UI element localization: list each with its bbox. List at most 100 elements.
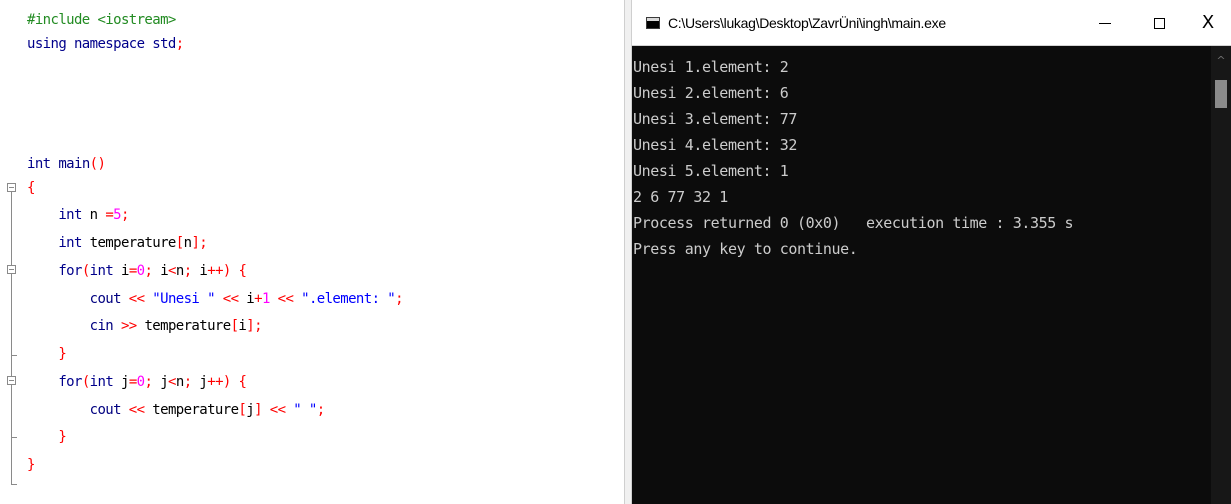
code-token: ++) { [207,263,247,279]
code-line[interactable]: using namespace std; [27,32,184,56]
code-token: < [168,374,176,390]
code-token: int [27,235,82,251]
code-token: 0 [136,263,145,279]
scroll-thumb[interactable] [1215,80,1227,108]
code-line[interactable]: cin >> temperature[i]; [27,314,263,338]
code-token: < [168,263,176,279]
code-token: = [105,207,114,223]
code-token: ]; [191,235,208,251]
code-token: #include <iostream> [27,12,176,28]
fold-end-tick [11,437,17,438]
code-token: ; [183,263,192,279]
code-token: temperature [81,235,177,251]
maximize-icon [1153,17,1165,29]
console-output-line: Process returned 0 (0x0) execution time … [633,214,1074,232]
console-titlebar[interactable]: C:\Users\lukag\Desktop\ZavrÜni\ingh\main… [632,0,1231,46]
code-token: using namespace std [27,36,176,52]
code-token: } [27,346,67,362]
code-token: ; [183,374,192,390]
code-token: = [128,263,137,279]
code-token: ]; [246,318,262,334]
console-output-line: Unesi 2.element: 6 [633,84,789,102]
code-token: j [191,374,208,390]
code-line[interactable]: for(int j=0; j<n; j++) { [27,370,247,394]
code-token: ; [395,291,403,307]
code-token: << [261,402,294,418]
close-icon: X [1201,12,1215,33]
code-token: () [89,156,106,172]
code-token: n [81,207,106,223]
console-app-icon [646,17,660,29]
code-token: } [27,429,67,445]
code-token: n [175,374,184,390]
scroll-up-arrow-icon[interactable]: ^ [1215,55,1227,66]
code-token: [ [175,235,184,251]
code-token: i [238,291,255,307]
code-token: 5 [113,207,121,223]
code-line[interactable]: } [27,342,66,366]
code-line[interactable]: #include <iostream> [27,8,176,32]
code-token: for [27,374,82,390]
console-output-line: Unesi 3.element: 77 [633,110,797,128]
fold-toggle-for-1[interactable] [7,265,16,274]
code-token: << [128,291,145,307]
fold-guide-line [11,192,12,484]
code-token: { [27,180,35,196]
code-token: ] [254,402,262,418]
code-token: j [246,402,255,418]
code-line[interactable]: } [27,425,66,449]
close-button[interactable]: X [1185,0,1231,46]
code-token: ( [81,263,90,279]
console-output-line: Unesi 5.element: 1 [633,162,789,180]
window-title: C:\Users\lukag\Desktop\ZavrÜni\ingh\main… [668,15,946,31]
code-token: j [152,374,169,390]
code-token: = [128,374,137,390]
code-line[interactable]: int main() [27,152,106,176]
code-token: for [27,263,82,279]
code-token: int [27,156,51,172]
code-token: main [50,156,90,172]
console-output-line: Press any key to continue. [633,240,858,258]
code-token: cout [27,402,129,418]
console-output-line: Unesi 4.element: 32 [633,136,797,154]
code-token: j [113,374,129,390]
code-token: ; [121,207,129,223]
code-token: ".element: " [301,291,396,307]
minimize-button[interactable] [1082,0,1128,46]
console-output: Unesi 1.element: 2 Unesi 2.element: 6 Unes… [632,46,1211,504]
code-line[interactable]: cout << temperature[j] << " "; [27,398,326,422]
code-line[interactable]: cout << "Unesi " << i+1 << ".element: "; [27,287,404,311]
code-token: int [89,263,114,279]
console-scrollbar[interactable]: ^ [1211,46,1231,504]
code-token: ( [81,374,90,390]
code-line[interactable]: } [27,453,35,477]
code-token: 0 [136,374,145,390]
code-token: << [269,291,302,307]
code-token: int [27,207,82,223]
fold-toggle-main[interactable] [7,183,16,192]
code-token: n [175,263,184,279]
code-token: >> [120,318,137,334]
fold-toggle-for-2[interactable] [7,376,16,385]
code-token: temperature [136,318,231,334]
code-token: + [254,291,262,307]
fold-end-tick [11,355,17,356]
code-token: } [27,457,35,473]
code-token: ; [316,402,325,418]
console-output-line: 2 6 77 32 1 [633,188,728,206]
code-token: int [89,374,114,390]
code-line[interactable]: int temperature[n]; [27,231,207,255]
code-editor[interactable]: #include <iostream> using namespace std; i… [0,0,624,504]
console-output-line: Unesi 1.element: 2 [633,58,789,76]
fold-end-tick [11,484,17,485]
code-token: i [191,263,208,279]
code-line[interactable]: for(int i=0; i<n; i++) { [27,259,247,283]
console-window: C:\Users\lukag\Desktop\ZavrÜni\ingh\main… [632,0,1231,504]
code-token: " " [293,402,317,418]
minimize-icon [1099,22,1111,24]
maximize-button[interactable] [1136,0,1182,46]
code-token: cin [27,318,121,334]
code-line[interactable]: { [27,176,35,200]
code-line[interactable]: int n =5; [27,203,129,227]
code-token: "Unesi " [144,291,223,307]
